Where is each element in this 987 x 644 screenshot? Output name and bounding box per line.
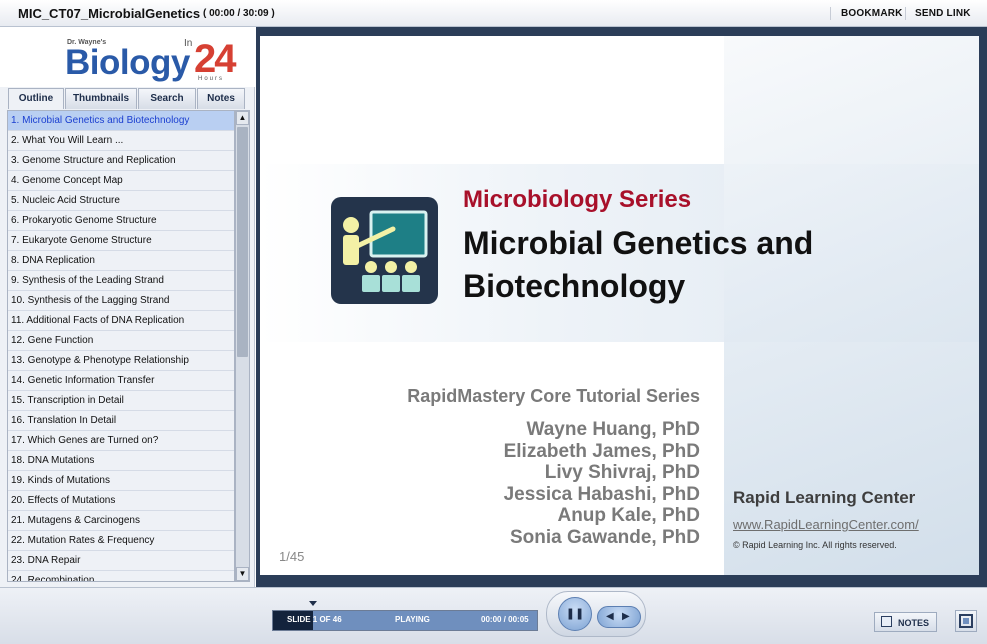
copyright-text: © Rapid Learning Inc. All rights reserve… [733,540,897,550]
outline-item[interactable]: 3. Genome Structure and Replication [8,151,234,171]
previous-icon[interactable]: ◀ [606,611,614,622]
organization-link[interactable]: www.RapidLearningCenter.com/ [733,517,919,532]
pause-icon: ❚❚ [565,608,585,620]
outline-item[interactable]: 17. Which Genes are Turned on? [8,431,234,451]
scroll-down-arrow-icon[interactable]: ▼ [236,567,249,581]
outline-item[interactable]: 18. DNA Mutations [8,451,234,471]
player-controls: SLIDE 1 OF 46 PLAYING 00:00 / 00:05 ❚❚ ◀… [0,587,987,644]
presentation-title: MIC_CT07_MicrobialGenetics [18,6,201,21]
progress-marker-icon [309,601,317,606]
outline-item[interactable]: 9. Synthesis of the Leading Strand [8,271,234,291]
sidebar-tabs: Outline Thumbnails Search Notes [8,88,248,109]
outline-item[interactable]: 13. Genotype & Phenotype Relationship [8,351,234,371]
organization-name: Rapid Learning Center [733,488,916,507]
scroll-thumb[interactable] [237,127,248,357]
scroll-up-arrow-icon[interactable]: ▲ [236,111,249,125]
series-title: Microbiology Series [463,186,692,213]
outline-item[interactable]: 21. Mutagens & Carcinogens [8,511,234,531]
author-name: Jessica Habashi, PhD [503,483,700,505]
author-name: Wayne Huang, PhD [526,419,700,440]
outline-item[interactable]: 8. DNA Replication [8,251,234,271]
fullscreen-icon [959,614,973,628]
outline-item[interactable]: 10. Synthesis of the Lagging Strand [8,291,234,311]
teacher-classroom-icon [331,197,438,304]
outline-item[interactable]: 12. Gene Function [8,331,234,351]
outline-item[interactable]: 23. DNA Repair [8,551,234,571]
slide-title-line-2: Biotechnology [463,268,686,304]
next-icon[interactable]: ▶ [622,611,630,622]
tab-thumbnails[interactable]: Thumbnails [65,88,137,109]
core-series-label: RapidMastery Core Tutorial Series [407,386,700,406]
outline-item[interactable]: 11. Additional Facts of DNA Replication [8,311,234,331]
logo: Dr. Wayne's Biology In 24 Hours [0,27,255,87]
logo-brand-text: Biology [65,43,190,82]
author-name: Anup Kale, PhD [557,505,700,526]
outline-item[interactable]: 16. Translation In Detail [8,411,234,431]
fullscreen-button[interactable] [955,610,977,632]
author-name: Livy Shivraj, PhD [544,462,700,483]
slide-time: 00:00 / 00:05 [481,615,529,624]
divider [905,7,906,20]
slide-counter: SLIDE 1 OF 46 [287,615,342,624]
divider [830,7,831,20]
tab-search[interactable]: Search [138,88,196,109]
author-name: Sonia Gawande, PhD [509,526,700,548]
outline-item[interactable]: 7. Eukaryote Genome Structure [8,231,234,251]
outline-item[interactable]: 1. Microbial Genetics and Biotechnology [8,111,234,131]
page-number: 1/45 [279,549,305,564]
slide-title: Microbial Genetics and Biotechnology [463,222,943,308]
tab-outline[interactable]: Outline [8,88,64,109]
slide-canvas: Microbiology Series Microbial Genetics a… [260,36,979,575]
logo-in-text: In [184,38,193,49]
author-name: Elizabeth James, PhD [503,440,700,462]
outline-item[interactable]: 24. Recombination [8,571,234,581]
total-time: ( 00:00 / 30:09 ) [203,8,275,19]
logo-hours-text: Hours [198,76,225,82]
notes-icon [881,616,892,627]
outline-item[interactable]: 6. Prokaryotic Genome Structure [8,211,234,231]
outline-item[interactable]: 19. Kinds of Mutations [8,471,234,491]
outline-scrollbar[interactable]: ▲ ▼ [235,110,250,582]
prev-next-button[interactable]: ◀ ▶ [597,606,641,628]
slide-progress-bar[interactable]: SLIDE 1 OF 46 PLAYING 00:00 / 00:05 [272,610,538,631]
playback-status: PLAYING [395,615,430,624]
sidebar: Dr. Wayne's Biology In 24 Hours Outline … [0,27,255,587]
author-list: Wayne Huang, PhD Elizabeth James, PhD Livy… [410,419,700,548]
outline-item[interactable]: 15. Transcription in Detail [8,391,234,411]
outline-item[interactable]: 22. Mutation Rates & Frequency [8,531,234,551]
pause-button[interactable]: ❚❚ [558,597,592,631]
tab-notes[interactable]: Notes [197,88,245,109]
outline-item[interactable]: 2. What You Will Learn ... [8,131,234,151]
bookmark-button[interactable]: BOOKMARK [841,8,903,19]
slide-title-line-1: Microbial Genetics and [463,225,814,261]
notes-button-label: NOTES [898,618,930,628]
notes-button[interactable]: NOTES [874,612,937,632]
outline-item[interactable]: 14. Genetic Information Transfer [8,371,234,391]
outline-item[interactable]: 4. Genome Concept Map [8,171,234,191]
outline-item[interactable]: 5. Nucleic Acid Structure [8,191,234,211]
send-link-button[interactable]: SEND LINK [915,8,971,19]
outline-item[interactable]: 20. Effects of Mutations [8,491,234,511]
title-bar: MIC_CT07_MicrobialGenetics ( 00:00 / 30:… [0,0,987,27]
outline-list: 1. Microbial Genetics and Biotechnology 2… [7,110,235,582]
slide-viewer: Microbiology Series Microbial Genetics a… [256,27,987,587]
